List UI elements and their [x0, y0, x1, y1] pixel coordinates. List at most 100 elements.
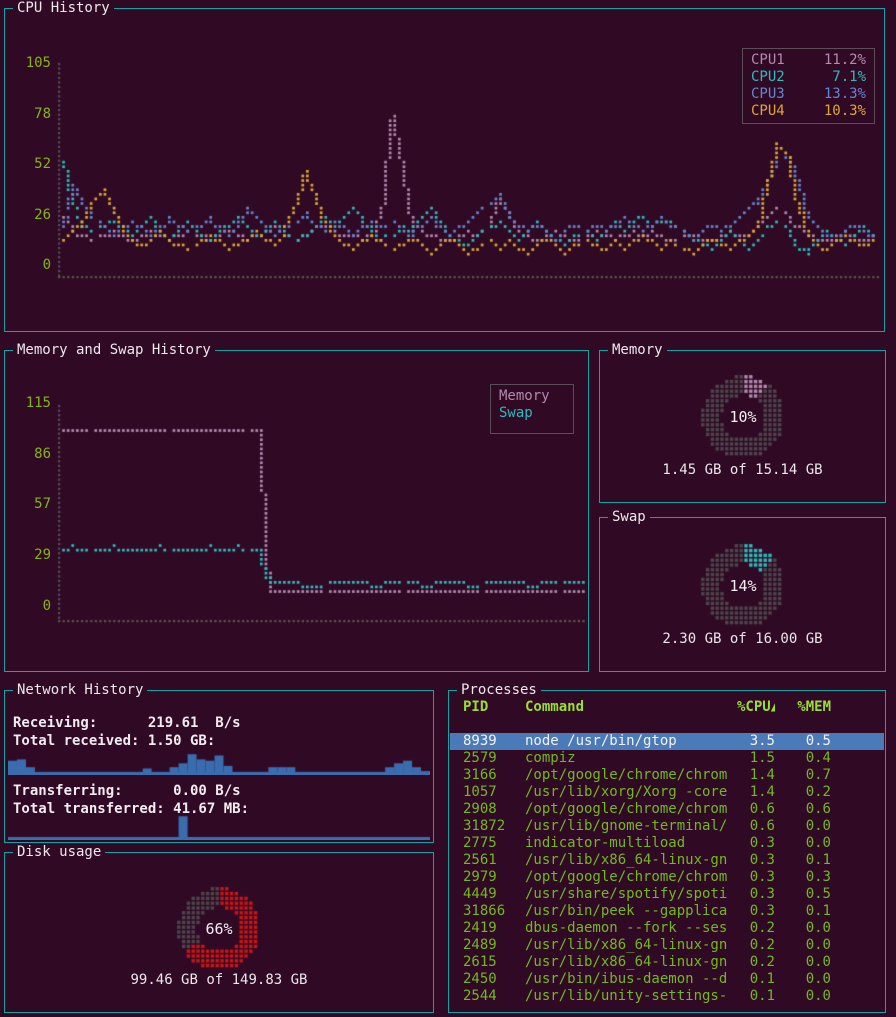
process-cpu: 0.2 — [737, 954, 775, 971]
process-command: /usr/lib/gnome-terminal/ — [525, 818, 737, 835]
process-mem: 0.7 — [775, 767, 831, 784]
process-command: indicator-multiload — [525, 835, 737, 852]
process-pid: 31872 — [463, 818, 525, 835]
legend-value: 13.3% — [824, 86, 866, 103]
legend-value: 10.3% — [824, 103, 866, 120]
processes-panel: Processes PID Command %CPU▲ %MEM 8939nod… — [448, 690, 886, 1013]
process-row[interactable]: 2908/opt/google/chrome/chrom0.60.6 — [450, 801, 884, 818]
process-pid: 2979 — [463, 869, 525, 886]
process-cpu: 3.5 — [737, 733, 775, 750]
receiving-rate: Receiving: 219.61 B/s — [13, 715, 241, 731]
y-tick-label: 86 — [11, 447, 51, 462]
process-cpu: 1.4 — [737, 784, 775, 801]
process-command: /usr/bin/ibus-daemon --d — [525, 971, 737, 988]
process-row[interactable]: 31866/usr/bin/peek --gapplica0.30.1 — [450, 903, 884, 920]
process-row[interactable]: 2775indicator-multiload0.30.0 — [450, 835, 884, 852]
process-row[interactable]: 2544/usr/lib/unity-settings-0.10.0 — [450, 988, 884, 1005]
process-mem: 0.6 — [775, 801, 831, 818]
legend-label: CPU2 — [751, 69, 785, 86]
process-cpu: 0.3 — [737, 835, 775, 852]
process-row[interactable]: 4449/usr/share/spotify/spoti0.30.5 — [450, 886, 884, 903]
process-pid: 4449 — [463, 886, 525, 903]
process-command: /opt/google/chrome/chrom — [525, 801, 737, 818]
process-mem: 0.0 — [775, 988, 831, 1005]
process-mem: 0.0 — [775, 818, 831, 835]
legend-label: CPU4 — [751, 103, 785, 120]
legend-item: CPU1 11.2% — [751, 52, 866, 69]
y-tick-label: 105 — [11, 56, 51, 71]
legend-item: CPU313.3% — [751, 86, 866, 103]
process-command: dbus-daemon --fork --ses — [525, 920, 737, 937]
disk-usage-title: Disk usage — [13, 843, 105, 861]
process-row[interactable]: 2615/usr/lib/x86_64-linux-gn0.20.0 — [450, 954, 884, 971]
legend-label: Swap — [499, 405, 533, 422]
process-pid: 31866 — [463, 903, 525, 920]
process-mem: 0.0 — [775, 954, 831, 971]
process-cpu: 0.1 — [737, 988, 775, 1005]
process-row[interactable]: 2419dbus-daemon --fork --ses0.20.0 — [450, 920, 884, 937]
col-pid: PID — [463, 699, 525, 716]
y-tick-label: 52 — [11, 157, 51, 172]
process-row-selected[interactable]: 8939node /usr/bin/gtop3.50.5 — [450, 733, 884, 750]
process-row[interactable]: 2579compiz1.50.4 — [450, 750, 884, 767]
y-tick-label: 0 — [11, 258, 51, 273]
process-row[interactable]: 31872/usr/lib/gnome-terminal/0.60.0 — [450, 818, 884, 835]
swap-caption: 2.30 GB of 16.00 GB — [600, 631, 885, 647]
process-command: /usr/lib/xorg/Xorg -core — [525, 784, 737, 801]
process-pid: 2908 — [463, 801, 525, 818]
process-mem: 0.3 — [775, 869, 831, 886]
memory-panel: Memory 10% 1.45 GB of 15.14 GB — [599, 350, 886, 503]
legend-item: CPU27.1% — [751, 69, 866, 86]
total-received: Total received: 1.50 GB: — [13, 733, 215, 749]
process-cpu: 0.3 — [737, 869, 775, 886]
process-pid: 2419 — [463, 920, 525, 937]
cpu-history-title: CPU History — [13, 0, 114, 17]
transferring-rate: Transferring: 0.00 B/s — [13, 783, 241, 799]
process-row[interactable]: 1057/usr/lib/xorg/Xorg -core1.40.2 — [450, 784, 884, 801]
process-mem: 0.2 — [775, 784, 831, 801]
swap-panel: Swap 14% 2.30 GB of 16.00 GB — [599, 517, 886, 672]
process-cpu: 0.3 — [737, 886, 775, 903]
process-command: /usr/lib/x86_64-linux-gn — [525, 954, 737, 971]
process-command: node /usr/bin/gtop — [525, 733, 737, 750]
process-cpu: 0.6 — [737, 818, 775, 835]
disk-percent: 66% — [169, 920, 269, 938]
process-row[interactable]: 3166/opt/google/chrome/chrom1.40.7 — [450, 767, 884, 784]
process-command: /usr/share/spotify/spoti — [525, 886, 737, 903]
memory-title: Memory — [608, 341, 667, 359]
swap-percent: 14% — [693, 577, 793, 595]
process-pid: 2615 — [463, 954, 525, 971]
legend-item: CPU4 10.3% — [751, 103, 866, 120]
y-tick-label: 115 — [11, 396, 51, 411]
legend-label: CPU1 — [751, 52, 785, 69]
process-pid: 2489 — [463, 937, 525, 954]
receiving-sparkline — [8, 749, 430, 775]
y-tick-label: 0 — [11, 599, 51, 614]
memswap-history-panel: Memory and Swap History 1158657290 Memor… — [4, 350, 589, 672]
process-row[interactable]: 2561/usr/lib/x86_64-linux-gn0.30.1 — [450, 852, 884, 869]
process-command: /usr/bin/peek --gapplica — [525, 903, 737, 920]
legend-label: Memory — [499, 388, 550, 405]
y-tick-label: 57 — [11, 497, 51, 512]
process-pid: 8939 — [463, 733, 525, 750]
process-command: /usr/lib/x86_64-linux-gn — [525, 852, 737, 869]
legend-item: Swap — [499, 405, 565, 422]
process-mem: 0.1 — [775, 852, 831, 869]
process-row[interactable]: 2450/usr/bin/ibus-daemon --d0.10.0 — [450, 971, 884, 988]
y-tick-label: 29 — [11, 548, 51, 563]
processes-header: PID Command %CPU▲ %MEM — [450, 699, 884, 716]
legend-item: Memory — [499, 388, 565, 405]
legend-value: 11.2% — [824, 52, 866, 69]
process-row[interactable]: 2489/usr/lib/x86_64-linux-gn0.20.0 — [450, 937, 884, 954]
process-pid: 2579 — [463, 750, 525, 767]
cpu-history-panel: CPU History 1057852260 CPU111.2%CPU27.1%… — [4, 8, 885, 332]
process-mem: 0.4 — [775, 750, 831, 767]
memswap-legend: MemorySwap — [490, 384, 574, 434]
process-cpu: 0.6 — [737, 801, 775, 818]
process-row[interactable]: 2979/opt/google/chrome/chrom0.30.3 — [450, 869, 884, 886]
process-command: compiz — [525, 750, 737, 767]
col-cpu-sort: %CPU▲ — [737, 699, 775, 716]
process-cpu: 1.4 — [737, 767, 775, 784]
process-command: /usr/lib/unity-settings- — [525, 988, 737, 1005]
process-mem: 0.0 — [775, 937, 831, 954]
